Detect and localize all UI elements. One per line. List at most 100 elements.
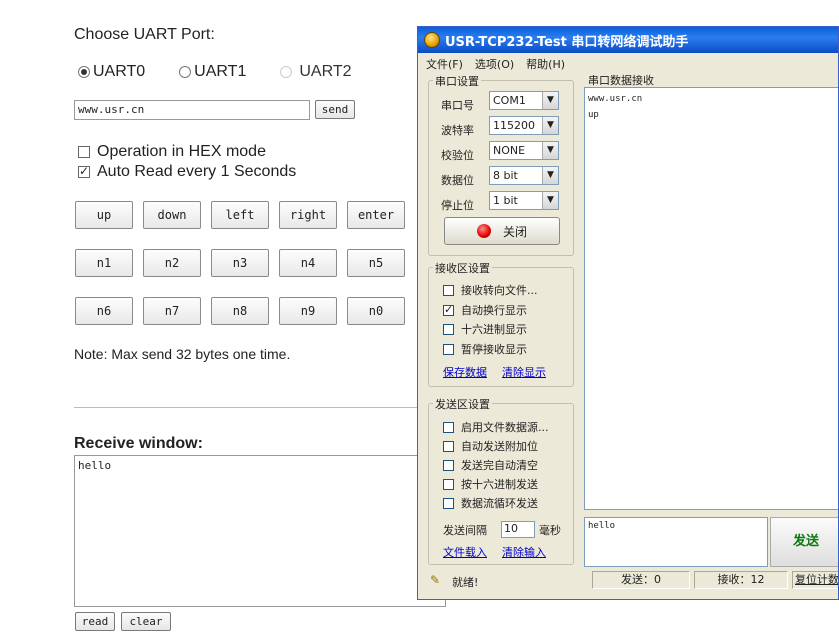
send-file-source-label: 启用文件数据源...	[461, 421, 549, 434]
chevron-down-icon[interactable]: ▼	[542, 92, 558, 109]
clear-button[interactable]: clear	[121, 612, 171, 631]
clear-input-link[interactable]: 清除输入	[502, 544, 546, 560]
send-hex-label: 按十六进制发送	[461, 478, 538, 491]
interval-input[interactable]: 10	[501, 521, 535, 538]
key-n2[interactable]: n2	[143, 249, 201, 277]
key-right[interactable]: right	[279, 201, 337, 229]
menu-bar: 文件(F) 选项(O) 帮助(H)	[418, 54, 838, 74]
field-label-databits: 数据位	[441, 174, 474, 187]
send-opt-autoclear[interactable]: 发送完自动清空	[443, 457, 538, 473]
databits-value: 8 bit	[493, 169, 518, 182]
recv-autowrap-label: 自动换行显示	[461, 304, 527, 317]
chevron-down-icon[interactable]: ▼	[542, 117, 558, 134]
read-button[interactable]: read	[75, 612, 115, 631]
status-led-icon	[476, 224, 491, 238]
baud-value: 115200	[493, 119, 535, 132]
key-enter[interactable]: enter	[347, 201, 405, 229]
load-file-link[interactable]: 文件载入	[443, 544, 487, 560]
radio-uart0[interactable]: UART0	[78, 63, 145, 81]
auto-read-checkbox[interactable]	[78, 164, 90, 178]
chevron-down-icon[interactable]: ▼	[542, 167, 558, 184]
recv-opt-autowrap[interactable]: 自动换行显示	[443, 302, 527, 318]
tool-titlebar[interactable]: USR-TCP232-Test 串口转网络调试助手	[418, 27, 838, 53]
send-textarea[interactable]: hello	[584, 517, 768, 567]
recv-area-title: 串口数据接收	[586, 72, 656, 88]
menu-help[interactable]: 帮助(H)	[526, 56, 565, 72]
status-ready: 就绪!	[452, 576, 479, 589]
recv-pause-checkbox[interactable]	[443, 343, 454, 355]
key-up[interactable]: up	[75, 201, 133, 229]
radio-uart1[interactable]: UART1	[179, 63, 246, 81]
send-opt-loop[interactable]: 数据流循环发送	[443, 495, 538, 511]
hex-mode-checkbox[interactable]	[78, 146, 90, 158]
clear-display-link[interactable]: 清除显示	[502, 364, 546, 380]
key-n0[interactable]: n0	[347, 297, 405, 325]
reset-count-button[interactable]: 复位计数	[792, 571, 838, 589]
recv-opt-to-file[interactable]: 接收转向文件...	[443, 282, 538, 298]
app-icon	[424, 32, 440, 48]
radio-dot[interactable]	[78, 66, 90, 78]
menu-options[interactable]: 选项(O)	[475, 56, 514, 72]
stopbits-select[interactable]: 1 bit ▼	[489, 191, 559, 210]
chevron-down-icon[interactable]: ▼	[542, 192, 558, 209]
menu-file[interactable]: 文件(F)	[426, 56, 463, 72]
send-input[interactable]: www.usr.cn	[74, 100, 310, 120]
parity-select[interactable]: NONE ▼	[489, 141, 559, 160]
interval-label: 发送间隔	[443, 524, 487, 537]
key-n5[interactable]: n5	[347, 249, 405, 277]
recv-textarea[interactable]: www.usr.cn up	[584, 87, 838, 510]
auto-read-option[interactable]: Auto Read every 1 Seconds	[78, 163, 296, 181]
key-n1[interactable]: n1	[75, 249, 133, 277]
key-n3[interactable]: n3	[211, 249, 269, 277]
send-append-checkbox[interactable]	[443, 440, 454, 452]
divider	[74, 407, 434, 408]
send-button[interactable]: send	[315, 100, 355, 119]
hex-mode-option[interactable]: Operation in HEX mode	[78, 143, 266, 161]
send-file-source-checkbox[interactable]	[443, 421, 454, 433]
radio-dot[interactable]	[280, 66, 293, 78]
recv-autowrap-checkbox[interactable]	[443, 303, 454, 316]
send-opt-file-source[interactable]: 启用文件数据源...	[443, 419, 549, 435]
recv-opt-hex[interactable]: 十六进制显示	[443, 321, 527, 337]
baud-select[interactable]: 115200 ▼	[489, 116, 559, 135]
save-data-link[interactable]: 保存数据	[443, 364, 487, 380]
databits-select[interactable]: 8 bit ▼	[489, 166, 559, 185]
send-autoclear-checkbox[interactable]	[443, 459, 454, 471]
chevron-down-icon[interactable]: ▼	[542, 142, 558, 159]
key-down[interactable]: down	[143, 201, 201, 229]
status-bar: ✎ 就绪! 发送：0 接收：12 复位计数	[418, 571, 838, 593]
field-label-baud: 波特率	[441, 124, 474, 137]
serial-settings-title: 串口设置	[433, 73, 481, 89]
recv-pause-label: 暂停接收显示	[461, 343, 527, 356]
send-loop-label: 数据流循环发送	[461, 497, 538, 510]
pencil-icon: ✎	[430, 573, 441, 587]
tool-title: USR-TCP232-Test 串口转网络调试助手	[445, 34, 689, 50]
receive-textarea[interactable]: hello	[74, 455, 446, 607]
note-text: Note: Max send 32 bytes one time.	[74, 346, 291, 362]
key-n4[interactable]: n4	[279, 249, 337, 277]
field-label-stopbits: 停止位	[441, 199, 474, 212]
recv-opt-pause[interactable]: 暂停接收显示	[443, 341, 527, 357]
stopbits-value: 1 bit	[493, 194, 518, 207]
radio-uart2[interactable]: UART2	[280, 63, 352, 81]
send-autoclear-label: 发送完自动清空	[461, 459, 538, 472]
key-n9[interactable]: n9	[279, 297, 337, 325]
send-opt-hex[interactable]: 按十六进制发送	[443, 476, 538, 492]
interval-unit: 毫秒	[539, 524, 561, 537]
send-opt-append[interactable]: 自动发送附加位	[443, 438, 538, 454]
port-select[interactable]: COM1 ▼	[489, 91, 559, 110]
send-loop-checkbox[interactable]	[443, 497, 454, 509]
serial-tool-window: USR-TCP232-Test 串口转网络调试助手 文件(F) 选项(O) 帮助…	[417, 26, 839, 600]
recv-to-file-checkbox[interactable]	[443, 284, 454, 296]
radio-label: UART0	[93, 63, 146, 80]
key-n6[interactable]: n6	[75, 297, 133, 325]
close-port-button[interactable]: 关闭	[444, 217, 560, 245]
radio-dot[interactable]	[179, 66, 192, 78]
send-data-button[interactable]: 发送	[770, 517, 838, 567]
send-hex-checkbox[interactable]	[443, 478, 454, 490]
recv-hex-checkbox[interactable]	[443, 323, 454, 335]
key-n8[interactable]: n8	[211, 297, 269, 325]
port-title: Choose UART Port:	[74, 26, 215, 43]
key-n7[interactable]: n7	[143, 297, 201, 325]
key-left[interactable]: left	[211, 201, 269, 229]
